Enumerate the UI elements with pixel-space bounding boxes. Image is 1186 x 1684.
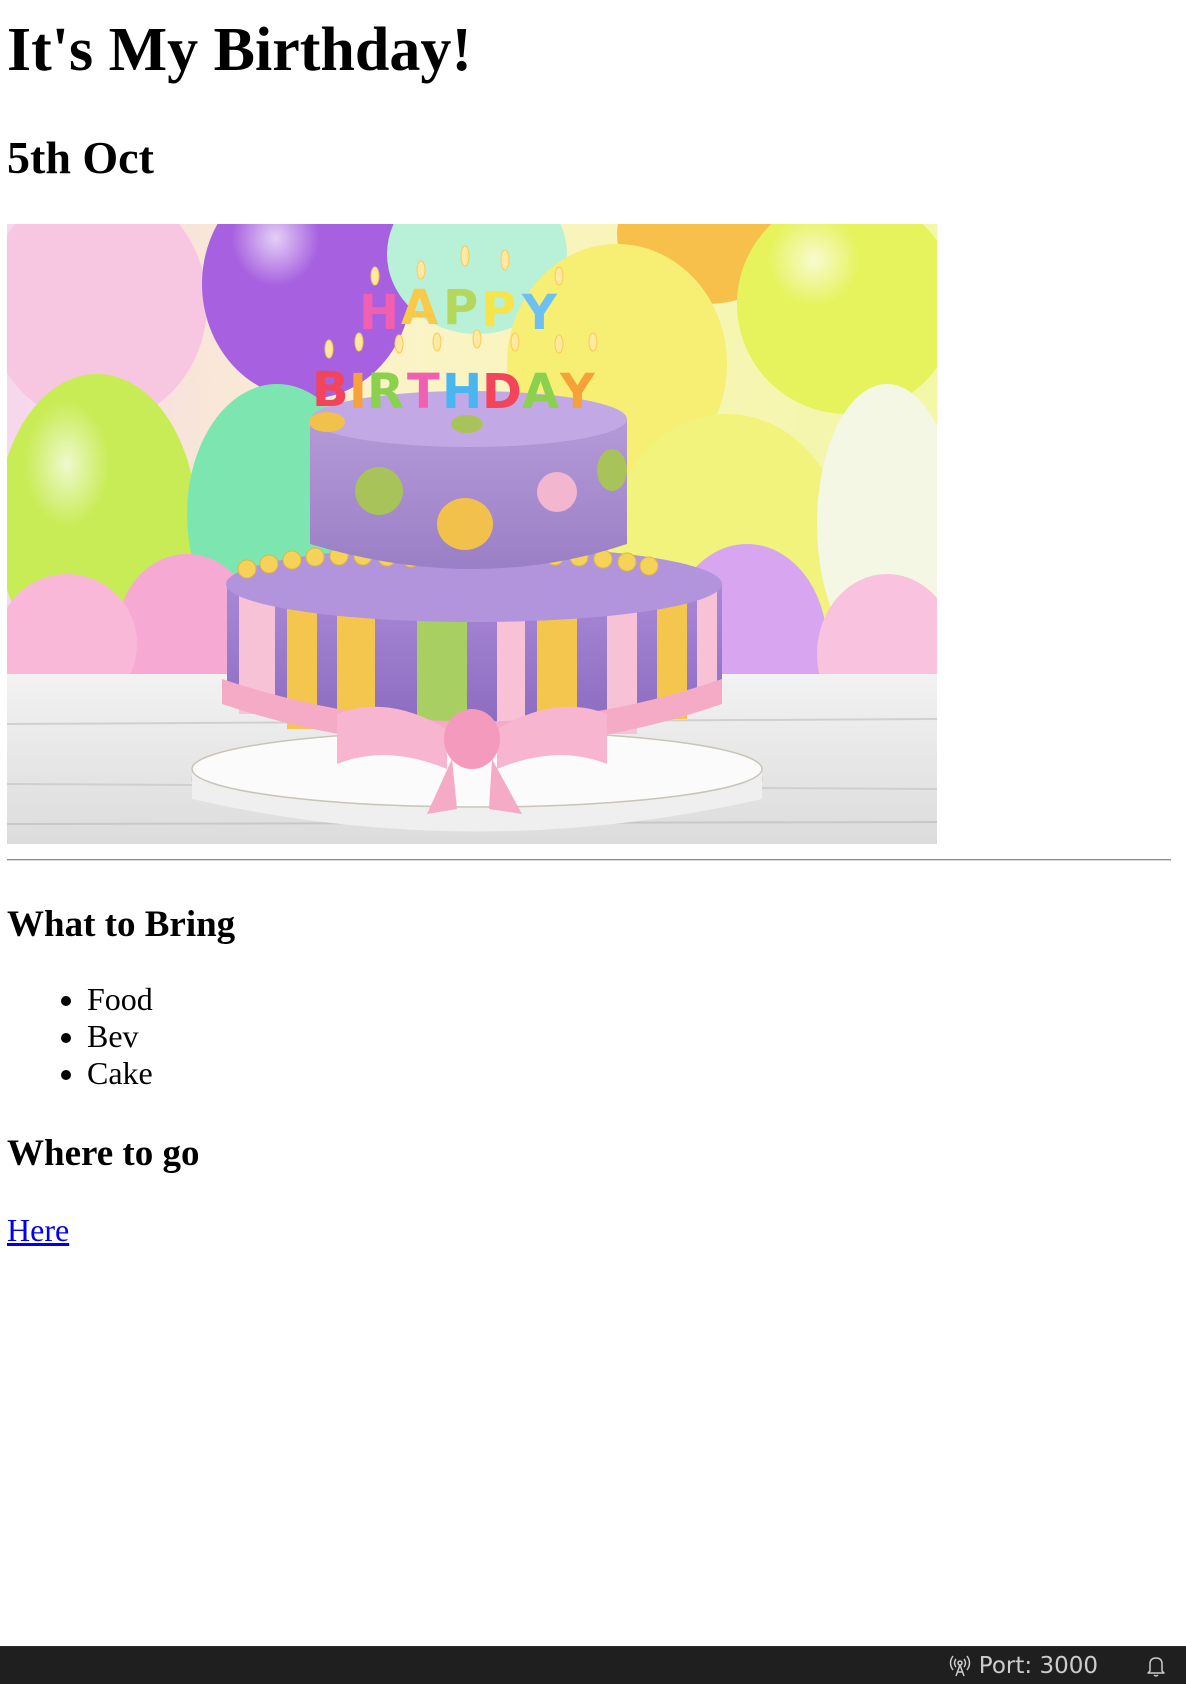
list-item: Bev [87, 1018, 153, 1055]
svg-text:Y: Y [521, 285, 558, 341]
svg-text:A: A [401, 280, 438, 336]
svg-text:H: H [359, 285, 399, 341]
where-heading: Where to go [7, 1133, 200, 1174]
svg-text:D: D [482, 364, 522, 420]
list-item: Cake [87, 1055, 153, 1092]
page: It's My Birthday! 5th Oct H A P P Y B I … [0, 0, 1186, 1684]
svg-text:A: A [522, 364, 559, 420]
bring-list: Food Bev Cake [0, 981, 153, 1092]
page-title: It's My Birthday! [7, 16, 472, 84]
section-divider [7, 859, 1171, 861]
port-indicator[interactable]: Port: 3000 [948, 1647, 1098, 1684]
svg-text:Y: Y [559, 364, 596, 420]
status-bar: Port: 3000 [0, 1646, 1186, 1684]
svg-text:T: T [407, 364, 440, 420]
location-link[interactable]: Here [7, 1210, 69, 1250]
svg-text:P: P [481, 282, 516, 338]
bell-icon[interactable] [1144, 1654, 1168, 1678]
list-item: Food [87, 981, 153, 1018]
cake-photo: H A P P Y B I R T H D A Y [7, 224, 937, 844]
svg-text:P: P [443, 280, 478, 336]
event-date: 5th Oct [7, 132, 154, 183]
port-label: Port: 3000 [978, 1653, 1098, 1679]
svg-text:H: H [442, 364, 482, 420]
svg-text:B: B [312, 362, 349, 418]
svg-text:R: R [367, 364, 404, 420]
broadcast-icon [949, 1655, 971, 1677]
bring-heading: What to Bring [7, 904, 236, 945]
svg-text:I: I [349, 364, 367, 420]
